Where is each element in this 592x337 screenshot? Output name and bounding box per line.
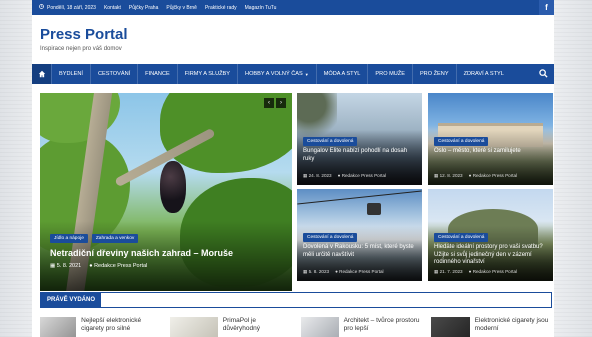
user-icon: ● Redakce Press Portal: [337, 173, 387, 178]
nav-item-moda[interactable]: MÓDA A STYL: [315, 64, 368, 84]
category-tag[interactable]: Cestování a dovolená: [303, 233, 358, 242]
nav-item-hobby[interactable]: HOBBY A VOLNÝ ČAS ▼: [237, 64, 316, 84]
nav-item-pro-zeny[interactable]: PRO ŽENY: [411, 64, 456, 84]
top-link-prakticke-rady[interactable]: Praktické rady: [205, 5, 237, 11]
clock-icon: [39, 4, 44, 11]
user-icon: ● Redakce Press Portal: [468, 269, 518, 274]
nav-label: BYDLENÍ: [59, 71, 83, 77]
post-card[interactable]: Cestování a dovolená Dovolená v Rakousku…: [297, 189, 422, 281]
site-title[interactable]: Press Portal: [40, 26, 128, 43]
post-author[interactable]: Redakce Press Portal: [473, 269, 517, 274]
category-tag[interactable]: Zahrada a venkov: [91, 234, 139, 243]
post-date: 24. 8. 2023: [308, 173, 332, 178]
post-date: 12. 8. 2023: [439, 173, 463, 178]
post-title[interactable]: Dovolená v Rakousku: 5 míst, které byste…: [303, 244, 418, 259]
list-item[interactable]: PrimaPol je důvěryhodný: [170, 317, 291, 337]
list-item-title[interactable]: Elektronické cigarety jsou moderní: [475, 317, 552, 337]
top-link-kontakt[interactable]: Kontakt: [104, 5, 121, 11]
cable-car-shape: [367, 203, 381, 215]
post-author[interactable]: Redakce Press Portal: [339, 269, 383, 274]
facebook-icon[interactable]: f: [539, 0, 554, 15]
post-title[interactable]: Bungalov Elite nabízí pohodlí na dosah r…: [303, 148, 418, 163]
user-icon: ● Redakce Press Portal: [89, 263, 148, 269]
date-display: Pondělí, 18 září, 2023: [39, 4, 96, 11]
site-branding: Press Portal Inspirace nejen pro váš dom…: [40, 26, 128, 52]
search-icon[interactable]: [539, 69, 548, 80]
nav-label: MÓDA A STYL: [323, 71, 361, 77]
hero-tags: Jídlo a nápoje Zahrada a venkov: [50, 234, 139, 243]
nav-label: PRO MUŽE: [375, 71, 405, 77]
post-meta: ▦ 21. 7. 2023 ● Redakce Press Portal: [434, 269, 517, 275]
site-tagline: Inspirace nejen pro váš domov: [40, 46, 122, 52]
top-link-magazin[interactable]: Magazín TuTu: [245, 5, 277, 11]
top-bar: Pondělí, 18 září, 2023 Kontakt Půjčky Pr…: [32, 0, 554, 15]
nav-label: FIRMY A SLUŽBY: [184, 71, 231, 77]
latest-list: Nejlepší elektronické cigarety pro silné…: [40, 317, 552, 337]
nav-item-pro-muze[interactable]: PRO MUŽE: [367, 64, 412, 84]
cable-line: [297, 190, 422, 205]
post-title[interactable]: Hledáte ideální prostory pro vaši svatbu…: [434, 244, 549, 267]
latest-section-header: PRÁVĚ VYDÁNO: [40, 292, 552, 308]
list-item-title[interactable]: Architekt – tvůrce prostoru pro lepší: [344, 317, 422, 337]
post-date: 5. 8. 2021: [56, 263, 82, 269]
list-item-title[interactable]: PrimaPol je důvěryhodný: [223, 317, 292, 337]
nav-item-finance[interactable]: FINANCE: [137, 64, 177, 84]
post-card[interactable]: Cestování a dovolená Hledáte ideální pro…: [428, 189, 553, 281]
post-meta: ▦ 5. 8. 2023 ● Redakce Press Portal: [303, 269, 384, 275]
post-meta: ▦ 24. 8. 2023 ● Redakce Press Portal: [303, 173, 386, 179]
hero-post[interactable]: ‹ › Jídlo a nápoje Zahrada a venkov Netr…: [40, 93, 292, 291]
main-navigation: BYDLENÍ CESTOVÁNÍ FINANCE FIRMY A SLUŽBY…: [32, 64, 554, 84]
nav-label: ZDRAVÍ A STYL: [463, 71, 504, 77]
thumbnail: [170, 317, 218, 337]
nav-label: PRO ŽENY: [419, 71, 449, 77]
post-card[interactable]: Cestování a dovolená Oslo – město, které…: [428, 93, 553, 185]
chevron-left-icon[interactable]: ‹: [264, 98, 274, 108]
post-card[interactable]: Cestování a dovolená Bungalov Elite nabí…: [297, 93, 422, 185]
user-icon: ● Redakce Press Portal: [468, 173, 518, 178]
home-icon[interactable]: [32, 64, 51, 84]
category-tag[interactable]: Jídlo a nápoje: [50, 234, 88, 243]
slider-arrows: ‹ ›: [264, 98, 286, 108]
thumbnail: [40, 317, 77, 337]
post-author[interactable]: Redakce Press Portal: [94, 263, 147, 269]
post-author[interactable]: Redakce Press Portal: [473, 173, 517, 178]
nav-label: HOBBY A VOLNÝ ČAS: [245, 71, 303, 77]
calendar-icon: ▦ 5. 8. 2023: [303, 269, 330, 274]
hero-title[interactable]: Netradiční dřeviny našich zahrad – Moruš…: [50, 248, 233, 258]
section-title: PRÁVĚ VYDÁNO: [41, 293, 102, 307]
mulberry-shape: [160, 161, 186, 213]
chevron-right-icon[interactable]: ›: [276, 98, 286, 108]
calendar-icon: ▦ 12. 8. 2023: [434, 173, 463, 178]
nav-label: CESTOVÁNÍ: [97, 71, 131, 77]
post-title[interactable]: Oslo – město, které si zamilujete: [434, 148, 549, 156]
hero-meta: ▦ 5. 8. 2021 ● Redakce Press Portal: [50, 263, 147, 269]
thumbnail: [430, 317, 470, 337]
category-tag[interactable]: Cestování a dovolená: [303, 137, 358, 146]
list-item[interactable]: Architekt – tvůrce prostoru pro lepší: [300, 317, 422, 337]
post-meta: ▦ 12. 8. 2023 ● Redakce Press Portal: [434, 173, 517, 179]
nav-item-cestovani[interactable]: CESTOVÁNÍ: [89, 64, 137, 84]
top-link-pujcky-praha[interactable]: Půjčky Praha: [129, 5, 158, 11]
list-item[interactable]: Elektronické cigarety jsou moderní: [430, 317, 552, 337]
chevron-down-icon: ▼: [304, 71, 309, 77]
category-tag[interactable]: Cestování a dovolená: [434, 137, 489, 146]
current-date: Pondělí, 18 září, 2023: [47, 4, 96, 11]
nav-item-bydleni[interactable]: BYDLENÍ: [51, 64, 90, 84]
post-author[interactable]: Redakce Press Portal: [342, 173, 386, 178]
nav-label: FINANCE: [145, 71, 170, 77]
calendar-icon: ▦ 21. 7. 2023: [434, 269, 463, 274]
top-link-pujcky-brno[interactable]: Půjčky v Brně: [166, 5, 197, 11]
calendar-icon: ▦ 5. 8. 2021: [50, 263, 82, 269]
calendar-icon: ▦ 24. 8. 2023: [303, 173, 332, 178]
post-date: 5. 8. 2023: [308, 269, 330, 274]
list-item-title[interactable]: Nejlepší elektronické cigarety pro silné: [81, 317, 161, 337]
thumbnail: [300, 317, 339, 337]
post-date: 21. 7. 2023: [439, 269, 463, 274]
nav-item-zdravi[interactable]: ZDRAVÍ A STYL: [455, 64, 511, 84]
category-tag[interactable]: Cestování a dovolená: [434, 233, 489, 242]
user-icon: ● Redakce Press Portal: [335, 269, 384, 274]
nav-item-firmy[interactable]: FIRMY A SLUŽBY: [176, 64, 237, 84]
list-item[interactable]: Nejlepší elektronické cigarety pro silné: [40, 317, 161, 337]
